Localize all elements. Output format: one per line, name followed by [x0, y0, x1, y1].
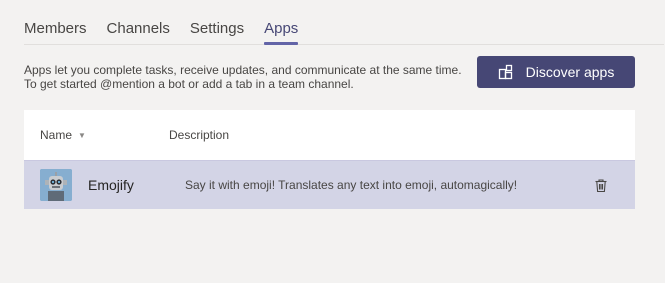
tab-channels[interactable]: Channels: [107, 19, 170, 44]
tab-settings[interactable]: Settings: [190, 19, 244, 44]
discover-apps-button[interactable]: Discover apps: [477, 56, 635, 88]
column-header-description: Description: [169, 128, 230, 142]
store-icon: [498, 64, 514, 80]
column-header-name-label: Name: [40, 128, 73, 142]
discover-apps-label: Discover apps: [525, 64, 615, 80]
apps-intro-text: Apps let you complete tasks, receive upd…: [24, 63, 469, 91]
intro-line-2: To get started @mention a bot or add a t…: [24, 77, 354, 91]
table-row[interactable]: Emojify Say it with emoji! Translates an…: [24, 160, 635, 209]
tab-apps[interactable]: Apps: [264, 19, 299, 45]
intro-line-1: Apps let you complete tasks, receive upd…: [24, 63, 462, 77]
table-header: Name ▼ Description: [24, 110, 635, 160]
robot-avatar: [40, 169, 72, 201]
column-header-name[interactable]: Name ▼: [24, 128, 169, 142]
tab-members[interactable]: Members: [24, 19, 87, 44]
sort-down-icon: ▼: [78, 130, 86, 140]
tab-bar: Members Channels Settings Apps: [24, 0, 664, 45]
app-description: Say it with emoji! Translates any text i…: [185, 178, 518, 192]
apps-table: Name ▼ Description Emojify Say it with e…: [24, 110, 635, 209]
app-name: Emojify: [88, 177, 134, 193]
trash-icon[interactable]: [593, 177, 609, 193]
